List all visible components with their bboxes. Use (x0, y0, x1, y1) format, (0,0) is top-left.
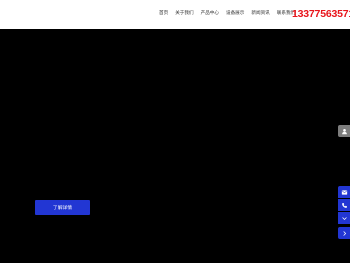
scroll-down-button[interactable] (338, 212, 350, 224)
site-header: 首页 关于我们 产品中心 设备展示 新闻资讯 联系我们 13377563571 (0, 0, 350, 29)
phone-icon (341, 202, 348, 209)
nav-news[interactable]: 新闻资讯 (251, 12, 269, 17)
learn-more-button[interactable]: 了解详情 (35, 200, 90, 215)
customer-service-button[interactable] (338, 125, 350, 137)
expand-sidebar-button[interactable] (338, 227, 350, 239)
main-nav: 首页 关于我们 产品中心 设备展示 新闻资讯 联系我们 (159, 0, 302, 29)
chevron-right-icon (341, 230, 348, 237)
phone-button[interactable] (338, 199, 350, 211)
nav-products[interactable]: 产品中心 (201, 12, 219, 17)
message-icon (341, 189, 348, 196)
nav-home[interactable]: 首页 (159, 12, 168, 17)
phone-number: 13377563571 (292, 8, 350, 20)
nav-equipment[interactable]: 设备展示 (226, 12, 244, 17)
chevron-down-icon (341, 215, 348, 222)
person-icon (341, 128, 348, 135)
message-button[interactable] (338, 186, 350, 198)
nav-about[interactable]: 关于我们 (175, 12, 193, 17)
hero-banner (0, 29, 350, 263)
